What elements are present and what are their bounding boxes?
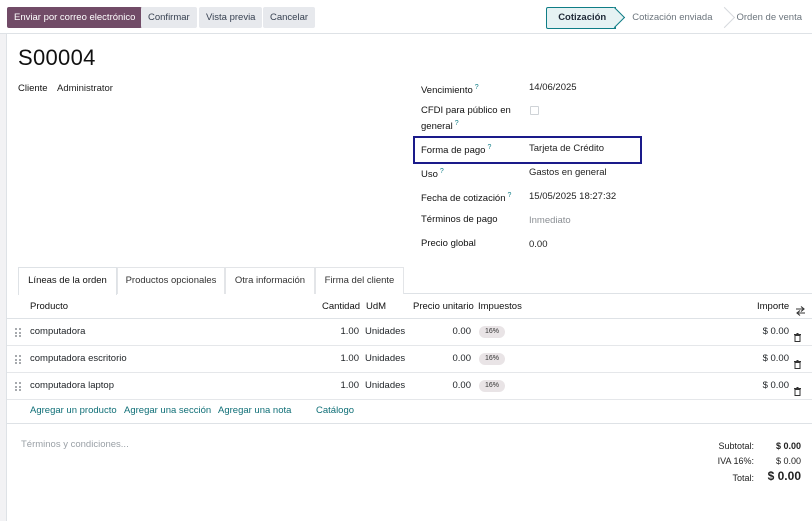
column-taxes[interactable]: Impuestos xyxy=(478,295,522,319)
control-panel: Enviar por correo electrónico Confirmar … xyxy=(0,0,812,34)
preview-button[interactable]: Vista previa xyxy=(199,7,263,28)
tax-badge[interactable]: 16% xyxy=(479,380,506,392)
table-row[interactable]: computadora escritorio 1.00 Unidades 0.0… xyxy=(7,346,812,373)
column-product[interactable]: Producto xyxy=(30,295,68,319)
payment-terms-label: Términos de pago xyxy=(421,214,498,225)
payment-form-label: Forma de pago? xyxy=(421,144,492,157)
tab-optional-products[interactable]: Productos opcionales xyxy=(117,267,225,294)
subtotal-value: $ 0.00 xyxy=(775,441,801,451)
tab-customer-signature[interactable]: Firma del cliente xyxy=(315,267,404,294)
row-product[interactable]: computadora escritorio xyxy=(30,346,127,372)
trash-icon[interactable] xyxy=(794,381,801,396)
tab-other-info[interactable]: Otra información xyxy=(225,267,315,294)
tab-order-lines[interactable]: Líneas de la orden xyxy=(18,267,117,295)
add-note-link[interactable]: Agregar una nota xyxy=(218,404,291,418)
global-price-label: Precio global xyxy=(421,238,476,249)
help-tooltip-icon[interactable]: ? xyxy=(487,144,491,151)
row-unit-price[interactable]: 0.00 xyxy=(417,373,472,399)
stage-quotation[interactable]: Cotización xyxy=(546,7,617,29)
row-amount: $ 0.00 xyxy=(762,380,789,391)
drag-handle-icon[interactable] xyxy=(15,328,21,337)
use-field[interactable]: Gastos en general xyxy=(529,166,607,179)
column-unit-price[interactable]: Precio unitario xyxy=(413,295,474,319)
quote-date-label: Fecha de cotización? xyxy=(421,192,512,205)
status-bar: Cotización Cotización enviada Orden de v… xyxy=(546,7,812,29)
total-value: $ 0.00 xyxy=(767,469,801,483)
cfdi-label: CFDI para público en general? xyxy=(421,105,511,133)
column-uom[interactable]: UdM xyxy=(366,295,386,319)
table-row[interactable]: computadora 1.00 Unidades 0.00 16% $ 0.0… xyxy=(7,319,812,346)
divider xyxy=(7,423,812,424)
send-email-button[interactable]: Enviar por correo electrónico xyxy=(7,7,143,28)
stage-sales-order[interactable]: Orden de venta xyxy=(727,7,812,29)
customer-label: Cliente xyxy=(18,83,48,94)
row-amount: $ 0.00 xyxy=(762,326,789,337)
row-unit-price[interactable]: 0.00 xyxy=(417,346,472,372)
optional-columns-icon[interactable] xyxy=(795,302,806,316)
customer-field[interactable]: Administrator xyxy=(57,82,113,95)
expiration-label: Vencimiento? xyxy=(421,84,479,97)
row-uom[interactable]: Unidades xyxy=(365,346,405,372)
row-product[interactable]: computadora laptop xyxy=(30,373,114,399)
catalog-link[interactable]: Catálogo xyxy=(316,404,354,418)
row-uom[interactable]: Unidades xyxy=(365,319,405,345)
column-amount[interactable]: Importe xyxy=(757,295,789,319)
help-tooltip-icon[interactable]: ? xyxy=(475,84,479,91)
global-price-field[interactable]: 0.00 xyxy=(529,238,548,251)
cancel-button[interactable]: Cancelar xyxy=(263,7,316,28)
notebook-tabs: Líneas de la orden Productos opcionales … xyxy=(18,267,812,295)
payment-form-field[interactable]: Tarjeta de Crédito xyxy=(529,142,604,155)
expiration-field[interactable]: 14/06/2025 xyxy=(529,81,577,94)
confirm-button[interactable]: Confirmar xyxy=(141,7,197,28)
help-tooltip-icon[interactable]: ? xyxy=(455,120,459,127)
row-amount: $ 0.00 xyxy=(762,353,789,364)
add-product-link[interactable]: Agregar un producto xyxy=(30,404,117,418)
record-title: S00004 xyxy=(18,45,96,70)
row-quantity[interactable]: 1.00 xyxy=(307,373,360,399)
drag-handle-icon[interactable] xyxy=(15,355,21,364)
table-row[interactable]: computadora laptop 1.00 Unidades 0.00 16… xyxy=(7,373,812,400)
row-quantity[interactable]: 1.00 xyxy=(307,346,360,372)
row-unit-price[interactable]: 0.00 xyxy=(417,319,472,345)
help-tooltip-icon[interactable]: ? xyxy=(508,192,512,199)
form-sheet: S00004 Cliente Administrator Vencimiento… xyxy=(6,34,812,521)
help-tooltip-icon[interactable]: ? xyxy=(440,168,444,175)
use-label: Uso? xyxy=(421,168,444,181)
tax-badge[interactable]: 16% xyxy=(479,353,506,365)
trash-icon[interactable] xyxy=(794,327,801,342)
tax-badge[interactable]: 16% xyxy=(479,326,506,338)
row-quantity[interactable]: 1.00 xyxy=(307,319,360,345)
terms-and-conditions-field[interactable]: Términos y condiciones... xyxy=(21,439,129,450)
payment-terms-field[interactable]: Inmediato xyxy=(529,214,571,227)
drag-handle-icon[interactable] xyxy=(15,382,21,391)
row-product[interactable]: computadora xyxy=(30,319,85,345)
iva-value: $ 0.00 xyxy=(775,456,801,466)
stage-quotation-sent[interactable]: Cotización enviada xyxy=(616,7,726,29)
add-section-link[interactable]: Agregar una sección xyxy=(124,404,211,418)
row-uom[interactable]: Unidades xyxy=(365,373,405,399)
quote-date-field[interactable]: 15/05/2025 18:27:32 xyxy=(529,190,616,203)
cfdi-public-checkbox[interactable] xyxy=(530,106,539,115)
trash-icon[interactable] xyxy=(794,354,801,369)
column-quantity[interactable]: Cantidad xyxy=(322,295,360,319)
order-lines-header: Producto Cantidad UdM Precio unitario Im… xyxy=(7,295,812,319)
